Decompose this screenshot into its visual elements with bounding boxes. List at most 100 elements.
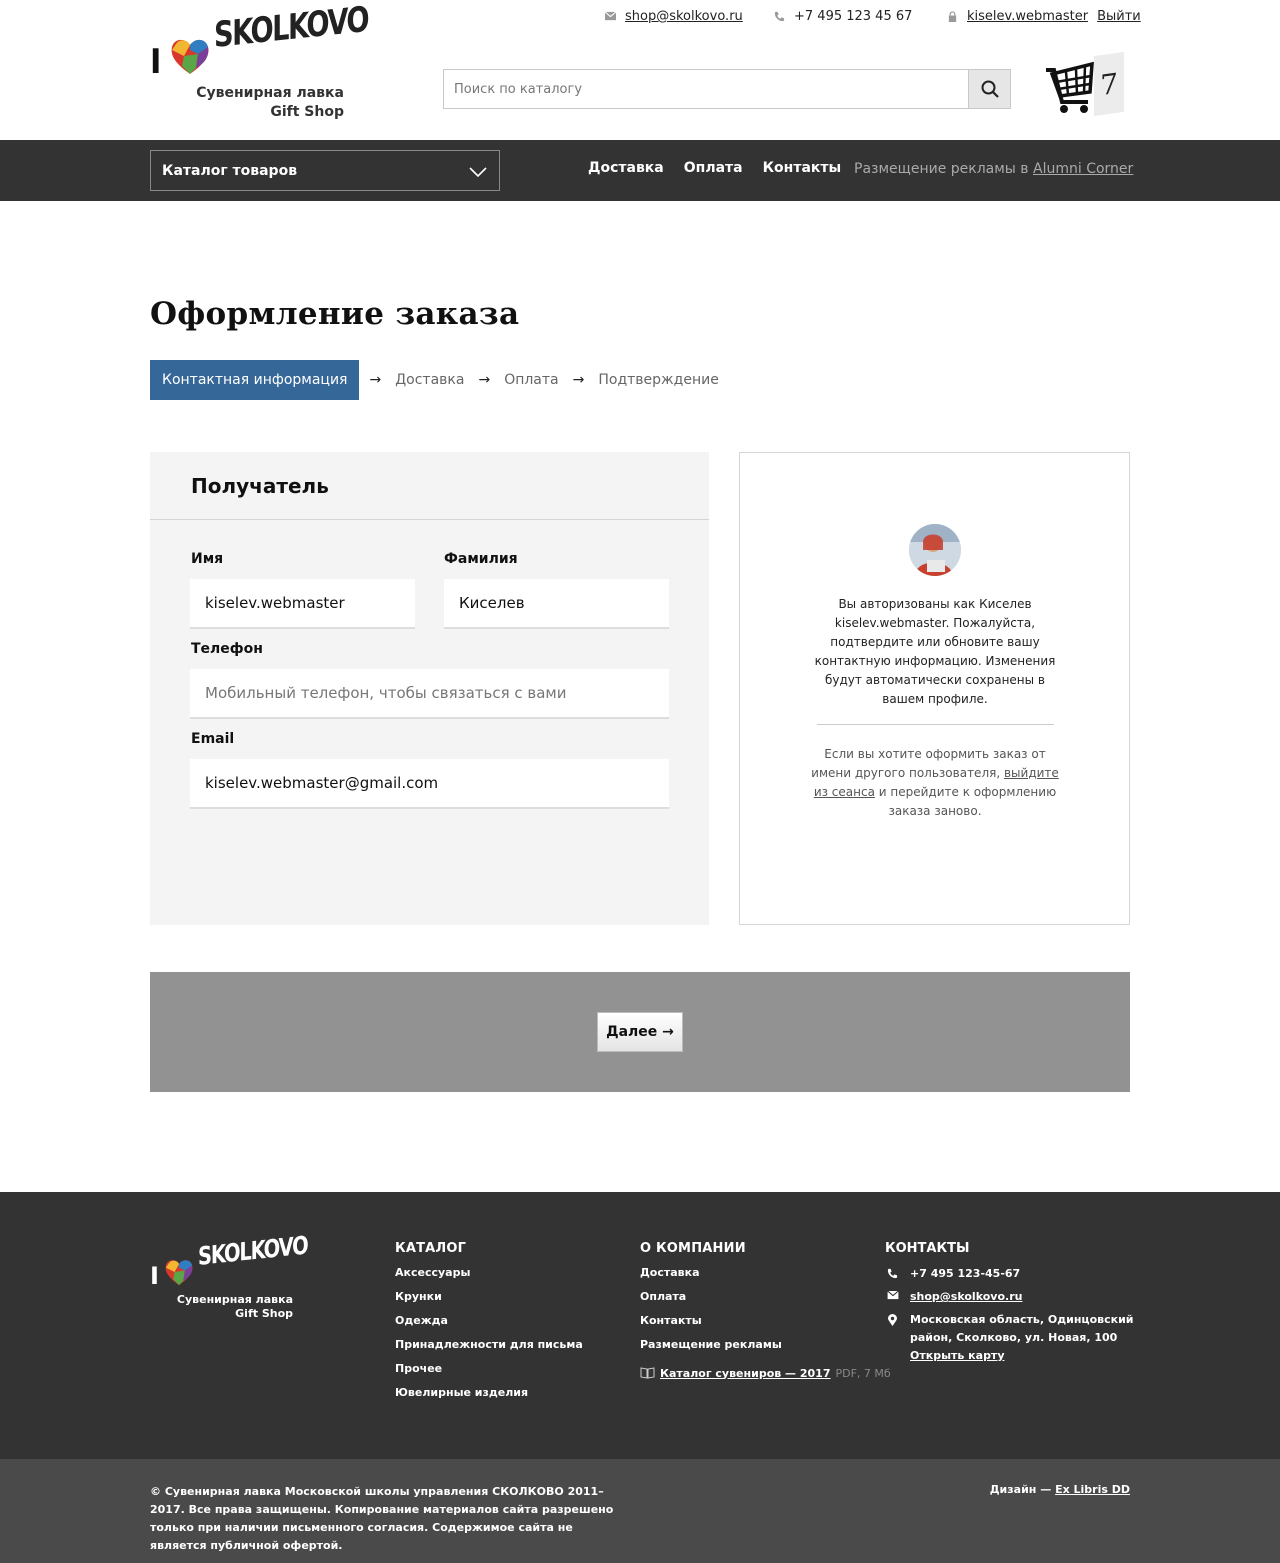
user-photo: [909, 524, 961, 576]
chevron-down-icon: [469, 167, 487, 178]
auth-info-panel: Вы авторизованы как Киселев kiselev.webm…: [739, 452, 1130, 925]
cart-icon: [1046, 61, 1094, 113]
logo[interactable]: I SKOLKOVO Сувенирная лавка Gift Shop: [150, 0, 368, 124]
logo-wordmark: SKOLKOVO: [214, 0, 368, 56]
first-name-label: Имя: [191, 551, 224, 567]
footer-logo-wordmark: SKOLKOVO: [198, 1230, 308, 1271]
page-title: Оформление заказа: [150, 296, 520, 332]
checkout-steps: Контактная информация → Доставка → Оплат…: [150, 360, 723, 400]
first-name-input[interactable]: [190, 579, 415, 627]
footer-company-item[interactable]: Доставка: [640, 1266, 700, 1279]
divider: [817, 724, 1054, 725]
header: I SKOLKOVO Сувенирная лавка Gift Shop sh…: [0, 0, 1280, 140]
phone-input[interactable]: [190, 669, 669, 717]
open-map-link[interactable]: Открыть карту: [910, 1349, 1004, 1362]
footer-logo-subtitle-en: Gift Shop: [235, 1307, 293, 1320]
book-icon: [640, 1367, 655, 1379]
search-box: [443, 69, 1011, 109]
footer-logo[interactable]: I SKOLKOVO Сувенирная лавка Gift Shop: [150, 1230, 308, 1330]
switch-user-text-after: и перейдите к оформлению заказа заново.: [878, 785, 1057, 818]
switch-user-text: Если вы хотите оформить заказ от имени д…: [810, 745, 1060, 821]
search-input[interactable]: [444, 70, 968, 108]
mail-icon: [605, 11, 616, 21]
footer-company: О компании Доставка Оплата Контакты Разм…: [640, 1241, 891, 1385]
email-input[interactable]: [190, 759, 669, 807]
recipient-form: Получатель Имя Фамилия Телефон Email: [150, 452, 709, 925]
heart-icon: [165, 1260, 193, 1286]
last-name-input[interactable]: [444, 579, 669, 627]
cart[interactable]: 7: [1044, 51, 1128, 118]
last-name-field: [444, 579, 669, 629]
nav-ad: Размещение рекламы в Alumni Corner: [854, 161, 1133, 177]
mail-icon: [886, 1291, 899, 1300]
step-contact[interactable]: Контактная информация: [150, 360, 360, 400]
design-label: Дизайн —: [989, 1483, 1052, 1496]
footer: I SKOLKOVO Сувенирная лавка Gift Shop Ка…: [0, 1192, 1280, 1459]
lock-icon: [948, 11, 957, 22]
pdf-catalog-link[interactable]: Каталог сувениров — 2017: [660, 1366, 831, 1381]
footer-catalog-item[interactable]: Принадлежности для письма: [395, 1338, 583, 1351]
pdf-catalog: Каталог сувениров — 2017 PDF, 7 Мб: [640, 1361, 891, 1385]
footer-phone: +7 495 123-45-67: [910, 1267, 1021, 1280]
nav-delivery[interactable]: Доставка: [588, 160, 664, 176]
top-email[interactable]: shop@skolkovo.ru: [605, 9, 743, 24]
avatar: [909, 524, 961, 576]
footer-catalog: Каталог Аксессуары Крунки Одежда Принадл…: [395, 1241, 583, 1409]
nav-ad-text: Размещение рекламы в: [854, 161, 1029, 177]
nav-links: Доставка Оплата Контакты: [588, 160, 861, 176]
subfooter: © Сувенирная лавка Московской школы упра…: [0, 1459, 1280, 1563]
catalog-dropdown-label: Каталог товаров: [162, 162, 298, 179]
user-link[interactable]: kiselev.webmaster: [967, 9, 1088, 24]
design-credit: Дизайн — Ex Libris DD: [990, 1483, 1130, 1496]
footer-address: Московская область, Одинцовский район, С…: [910, 1313, 1134, 1344]
pdf-meta: PDF, 7 Мб: [835, 1366, 891, 1380]
footer-catalog-title: Каталог: [395, 1241, 467, 1256]
top-phone: +7 495 123 45 67: [774, 9, 912, 24]
footer-company-item[interactable]: Оплата: [640, 1290, 686, 1303]
footer-contacts-title: КОНТАКТЫ: [885, 1241, 970, 1256]
email-field: [190, 759, 669, 809]
step-arrow: →: [369, 372, 382, 388]
first-name-field: [190, 579, 415, 629]
map-pin-icon: [888, 1314, 897, 1326]
footer-company-item[interactable]: Размещение рекламы: [640, 1338, 782, 1351]
step-arrow: →: [572, 372, 585, 388]
nav-payment[interactable]: Оплата: [684, 160, 743, 176]
design-link[interactable]: Ex Libris DD: [1055, 1483, 1130, 1496]
search-button[interactable]: [968, 70, 1010, 108]
last-name-label: Фамилия: [444, 551, 518, 567]
nav-separator: ·: [830, 158, 835, 174]
footer-logo-subtitle: Сувенирная лавка Gift Shop: [177, 1293, 293, 1321]
main-nav: Каталог товаров Доставка Оплата Контакты…: [0, 140, 1280, 201]
footer-company-item[interactable]: Контакты: [640, 1314, 702, 1327]
footer-contacts: КОНТАКТЫ +7 495 123-45-67 shop@skolkovo.…: [885, 1241, 1145, 1370]
next-button[interactable]: Далее →: [597, 1012, 683, 1052]
form-heading: Получатель: [150, 452, 709, 520]
top-user: kiselev.webmaster Выйти: [947, 9, 1141, 24]
catalog-dropdown[interactable]: Каталог товаров: [150, 150, 500, 191]
cart-count: 7: [1094, 51, 1124, 117]
footer-company-title: О компании: [640, 1241, 746, 1256]
logout-link[interactable]: Выйти: [1097, 9, 1141, 24]
heart-icon: [171, 39, 209, 74]
auth-info-text: Вы авторизованы как Киселев kiselev.webm…: [814, 597, 1056, 706]
footer-catalog-item[interactable]: Аксессуары: [395, 1266, 470, 1279]
footer-catalog-item[interactable]: Одежда: [395, 1314, 448, 1327]
footer-catalog-item[interactable]: Ювелирные изделия: [395, 1386, 528, 1399]
step-delivery[interactable]: Доставка: [395, 372, 464, 388]
footer-email-link[interactable]: shop@skolkovo.ru: [910, 1288, 1022, 1306]
step-confirmation[interactable]: Подтверждение: [598, 372, 718, 388]
phone-icon: [774, 11, 785, 22]
step-payment[interactable]: Оплата: [504, 372, 558, 388]
alumni-corner-link[interactable]: Alumni Corner: [1033, 161, 1133, 177]
footer-catalog-item[interactable]: Крунки: [395, 1290, 442, 1303]
search-icon: [981, 80, 999, 98]
email-label: Email: [191, 731, 235, 747]
step-arrow: →: [478, 372, 491, 388]
email-link[interactable]: shop@skolkovo.ru: [625, 9, 743, 24]
phone-text: +7 495 123 45 67: [794, 9, 913, 24]
logo-subtitle-ru: Сувенирная лавка: [196, 85, 344, 101]
footer-logo-subtitle-ru: Сувенирная лавка: [176, 1293, 293, 1306]
footer-catalog-item[interactable]: Прочее: [395, 1362, 442, 1375]
phone-field: [190, 669, 669, 719]
